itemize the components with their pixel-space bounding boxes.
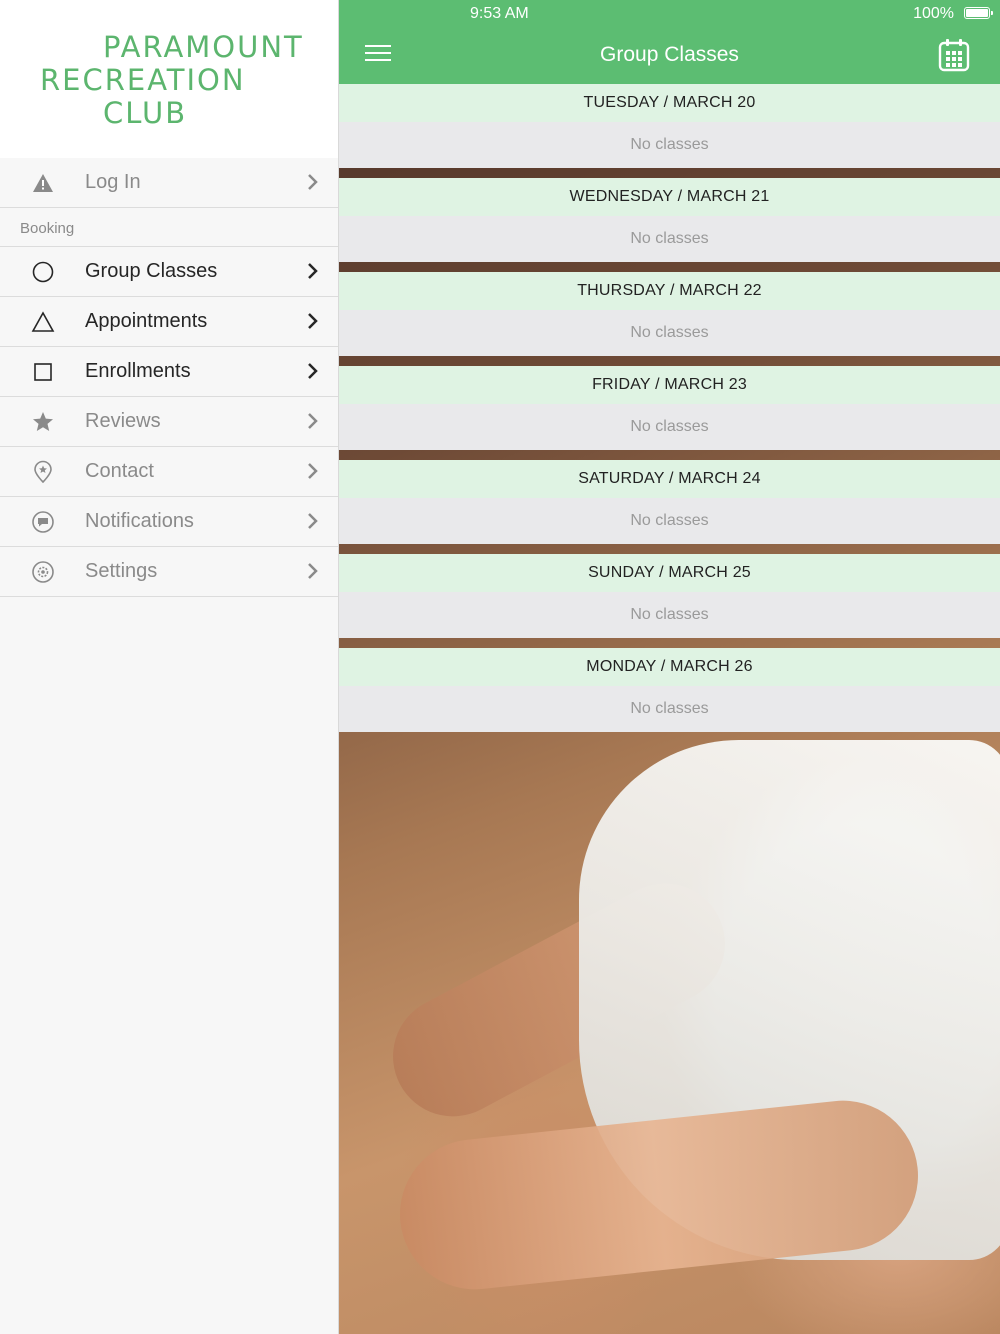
day-section: SATURDAY / MARCH 24 No classes (339, 460, 1000, 544)
nav-bar: Group Classes (339, 28, 1000, 84)
no-classes-text: No classes (339, 404, 1000, 450)
no-classes-text: No classes (339, 498, 1000, 544)
sidebar-item-reviews[interactable]: Reviews (0, 397, 338, 447)
day-section: THURSDAY / MARCH 22 No classes (339, 272, 1000, 356)
no-classes-text: No classes (339, 686, 1000, 732)
triangle-icon (30, 309, 56, 335)
sidebar-item-label: Enrollments (85, 360, 191, 382)
sidebar-item-label: Appointments (85, 310, 208, 332)
chevron-right-icon (306, 510, 320, 532)
no-classes-text: No classes (339, 216, 1000, 262)
status-bar: 9:53 AM 100% (339, 0, 1000, 28)
sidebar-item-log-in[interactable]: Log In (0, 158, 338, 208)
square-icon (30, 359, 56, 385)
schedule-list: TUESDAY / MARCH 20 No classes WEDNESDAY … (339, 84, 1000, 732)
chevron-right-icon (306, 460, 320, 482)
no-classes-text: No classes (339, 122, 1000, 168)
sidebar-item-label: Notifications (85, 510, 194, 532)
chevron-right-icon (306, 171, 320, 193)
day-section: FRIDAY / MARCH 23 No classes (339, 366, 1000, 450)
sidebar-item-contact[interactable]: Contact (0, 447, 338, 497)
chevron-right-icon (306, 560, 320, 582)
day-header: SUNDAY / MARCH 25 (339, 554, 1000, 592)
no-classes-text: No classes (339, 592, 1000, 638)
brand-line-2: RECREATION (40, 63, 246, 97)
chevron-right-icon (306, 310, 320, 332)
day-header: THURSDAY / MARCH 22 (339, 272, 1000, 310)
battery-icon (964, 7, 993, 19)
page-title: Group Classes (600, 43, 739, 66)
photo-leg (392, 1093, 926, 1297)
day-header: TUESDAY / MARCH 20 (339, 84, 1000, 122)
warning-icon (30, 170, 56, 196)
sidebar-item-enrollments[interactable]: Enrollments (0, 347, 338, 397)
day-header: SATURDAY / MARCH 24 (339, 460, 1000, 498)
main-content: 9:53 AM 100% Group Classes TUESDAY / MAR… (339, 0, 1000, 1334)
brand-logo: PARAMOUNT RECREATION CLUB (0, 0, 338, 158)
sidebar-item-label: Group Classes (85, 260, 218, 282)
chat-bubble-icon (30, 509, 56, 535)
status-time: 9:53 AM (470, 5, 529, 22)
star-icon (30, 409, 56, 435)
sidebar-item-notifications[interactable]: Notifications (0, 497, 338, 547)
sidebar: PARAMOUNT RECREATION CLUB Log In Booking… (0, 0, 339, 1334)
section-label-booking: Booking (0, 208, 338, 247)
sidebar-item-label: Reviews (85, 410, 161, 432)
chevron-right-icon (306, 410, 320, 432)
sidebar-item-settings[interactable]: Settings (0, 547, 338, 597)
brand-line-1: PARAMOUNT (103, 30, 304, 64)
gear-icon (30, 559, 56, 585)
day-header: WEDNESDAY / MARCH 21 (339, 178, 1000, 216)
no-classes-text: No classes (339, 310, 1000, 356)
day-section: SUNDAY / MARCH 25 No classes (339, 554, 1000, 638)
sidebar-item-label: Log In (85, 171, 141, 193)
day-header: FRIDAY / MARCH 23 (339, 366, 1000, 404)
day-section: WEDNESDAY / MARCH 21 No classes (339, 178, 1000, 262)
sidebar-item-label: Contact (85, 460, 154, 482)
section-label-text: Booking (20, 220, 75, 237)
chevron-right-icon (306, 260, 320, 282)
chevron-right-icon (306, 360, 320, 382)
brand-line-3: CLUB (103, 96, 188, 130)
sidebar-item-label: Settings (85, 560, 158, 582)
day-header: MONDAY / MARCH 26 (339, 648, 1000, 686)
day-section: MONDAY / MARCH 26 No classes (339, 648, 1000, 732)
day-section: TUESDAY / MARCH 20 No classes (339, 84, 1000, 168)
circle-icon (30, 259, 56, 285)
battery-percent: 100% (913, 5, 954, 22)
sidebar-item-group-classes[interactable]: Group Classes (0, 247, 338, 297)
calendar-icon[interactable] (938, 38, 970, 72)
sidebar-item-appointments[interactable]: Appointments (0, 297, 338, 347)
location-pin-icon (30, 459, 56, 485)
